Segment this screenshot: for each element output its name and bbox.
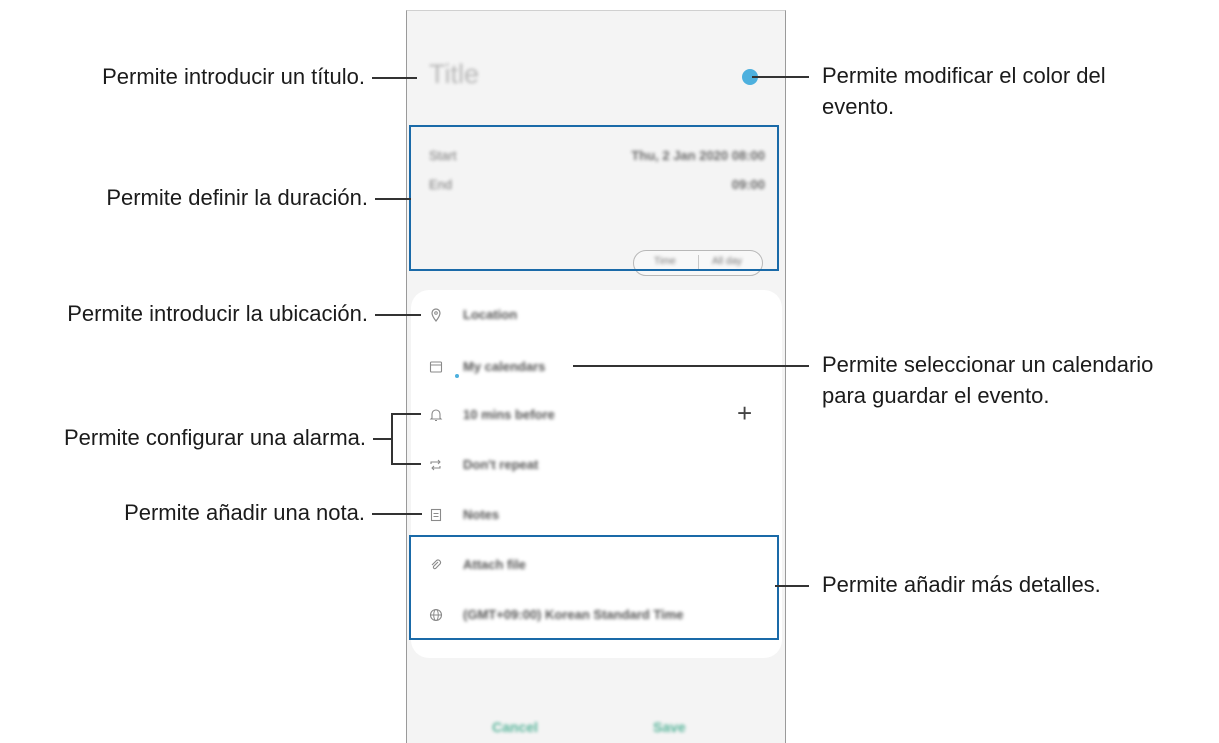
callout-title: Permite introducir un título. bbox=[102, 64, 365, 89]
callout-note: Permite añadir una nota. bbox=[124, 500, 365, 525]
callout-color-line1: Permite modificar el color del bbox=[822, 63, 1106, 88]
alarm-bracket-bottom bbox=[391, 463, 421, 465]
duration-highlight-box bbox=[409, 125, 779, 271]
callout-duration: Permite definir la duración. bbox=[106, 185, 368, 210]
cancel-button[interactable]: Cancel bbox=[492, 719, 538, 735]
title-pointer-line bbox=[372, 77, 417, 79]
calendar-pointer-line bbox=[573, 365, 809, 367]
alarm-field[interactable]: 10 mins before bbox=[463, 407, 555, 422]
callout-alarm: Permite configurar una alarma. bbox=[63, 425, 366, 450]
plus-icon[interactable]: + bbox=[737, 400, 752, 426]
repeat-field[interactable]: Don't repeat bbox=[463, 457, 538, 472]
callout-details: Permite añadir más detalles. bbox=[822, 572, 1101, 597]
callout-color-line2: evento. bbox=[822, 94, 895, 119]
title-input[interactable]: Title bbox=[429, 59, 479, 90]
repeat-icon bbox=[429, 458, 443, 472]
details-pointer-line bbox=[775, 585, 809, 587]
bell-icon bbox=[429, 408, 443, 422]
save-button[interactable]: Save bbox=[653, 719, 686, 735]
callout-calendar: Permite seleccionar un calendario para g… bbox=[822, 349, 1153, 411]
calendar-color-dot bbox=[455, 374, 459, 378]
calendar-selector[interactable]: My calendars bbox=[463, 359, 545, 374]
details-highlight-box bbox=[409, 535, 779, 640]
calendar-icon bbox=[429, 360, 443, 374]
color-pointer-line bbox=[752, 76, 809, 78]
callout-calendar-line1: Permite seleccionar un calendario bbox=[822, 352, 1154, 377]
duration-pointer-line bbox=[375, 198, 411, 200]
location-pointer-line bbox=[375, 314, 421, 316]
location-field[interactable]: Location bbox=[463, 307, 517, 322]
location-pin-icon bbox=[429, 308, 443, 322]
notes-field[interactable]: Notes bbox=[463, 507, 499, 522]
callout-color: Permite modificar el color del evento. bbox=[822, 60, 1106, 122]
callout-location: Permite introducir la ubicación. bbox=[67, 301, 368, 326]
callout-calendar-line2: para guardar el evento. bbox=[822, 383, 1050, 408]
alarm-pointer-line bbox=[373, 438, 391, 440]
alarm-bracket-top bbox=[391, 413, 421, 415]
alarm-bracket-line bbox=[391, 413, 393, 465]
note-pointer-line bbox=[372, 513, 422, 515]
note-icon bbox=[429, 508, 443, 522]
